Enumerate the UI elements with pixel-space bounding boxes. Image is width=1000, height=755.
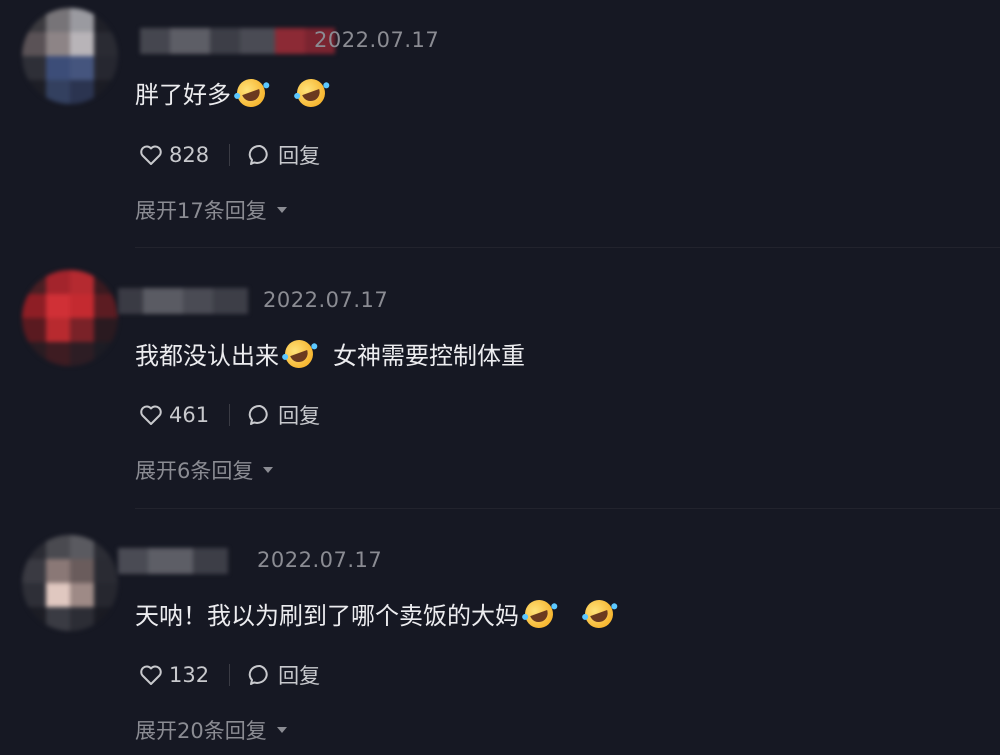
- reply-button[interactable]: 回复: [278, 400, 320, 430]
- divider: [229, 144, 231, 166]
- expand-replies-label: 展开17条回复: [135, 199, 267, 223]
- heart-icon[interactable]: [139, 144, 163, 166]
- laughing-tears-icon: [281, 335, 317, 372]
- expand-replies-button[interactable]: 展开20条回复: [135, 715, 287, 745]
- laughing-tears-icon: [581, 595, 617, 632]
- heart-icon[interactable]: [139, 404, 163, 426]
- comment-actions: 828 回复: [139, 140, 320, 170]
- avatar[interactable]: [22, 270, 118, 366]
- comment-actions: 461 回复: [139, 400, 320, 430]
- comment-text-part: 我都没认出来: [135, 342, 279, 370]
- laughing-tears-icon: [521, 595, 557, 632]
- username[interactable]: [140, 28, 335, 54]
- comment-item: 2022.07.17 我都没认出来 女神需要控制体重 461 回复 展开6条回复: [0, 250, 1000, 510]
- caret-down-icon: [263, 467, 274, 473]
- comment-bubble-icon[interactable]: [248, 404, 272, 426]
- like-count[interactable]: 828: [169, 143, 209, 167]
- expand-replies-button[interactable]: 展开6条回复: [135, 455, 274, 485]
- comment-actions: 132 回复: [139, 660, 320, 690]
- comment-item: 2022.07.17 胖了好多 828 回复 展开17条回复: [0, 0, 1000, 250]
- comment-text-part: 天呐！我以为刷到了哪个卖饭的大妈: [135, 602, 519, 630]
- caret-down-icon: [276, 207, 287, 213]
- like-count[interactable]: 132: [169, 663, 209, 687]
- caret-down-icon: [276, 727, 287, 733]
- expand-replies-label: 展开6条回复: [135, 459, 254, 483]
- reply-button[interactable]: 回复: [278, 660, 320, 690]
- avatar[interactable]: [22, 535, 118, 631]
- comment-date: 2022.07.17: [257, 548, 383, 572]
- comment-text-part: 女神需要控制体重: [333, 342, 525, 370]
- expand-replies-button[interactable]: 展开17条回复: [135, 195, 287, 225]
- comment-text-part: 胖了好多: [135, 81, 231, 109]
- heart-icon[interactable]: [139, 664, 163, 686]
- separator: [135, 247, 1000, 248]
- reply-button[interactable]: 回复: [278, 140, 320, 170]
- separator: [135, 508, 1000, 509]
- comment-item: 2022.07.17 天呐！我以为刷到了哪个卖饭的大妈 132 回复 展开20条…: [0, 510, 1000, 755]
- comment-bubble-icon[interactable]: [248, 664, 272, 686]
- comment-text: 胖了好多: [135, 74, 331, 111]
- divider: [229, 404, 231, 426]
- comment-bubble-icon[interactable]: [248, 144, 272, 166]
- comment-date: 2022.07.17: [314, 28, 440, 52]
- divider: [229, 664, 231, 686]
- avatar[interactable]: [22, 8, 118, 104]
- laughing-tears-icon: [233, 74, 269, 111]
- username[interactable]: [118, 288, 248, 314]
- username[interactable]: [118, 548, 228, 574]
- like-count[interactable]: 461: [169, 403, 209, 427]
- comment-text: 我都没认出来 女神需要控制体重: [135, 335, 525, 372]
- laughing-tears-icon: [293, 74, 329, 111]
- comment-text: 天呐！我以为刷到了哪个卖饭的大妈: [135, 595, 619, 632]
- comment-date: 2022.07.17: [263, 288, 389, 312]
- expand-replies-label: 展开20条回复: [135, 719, 267, 743]
